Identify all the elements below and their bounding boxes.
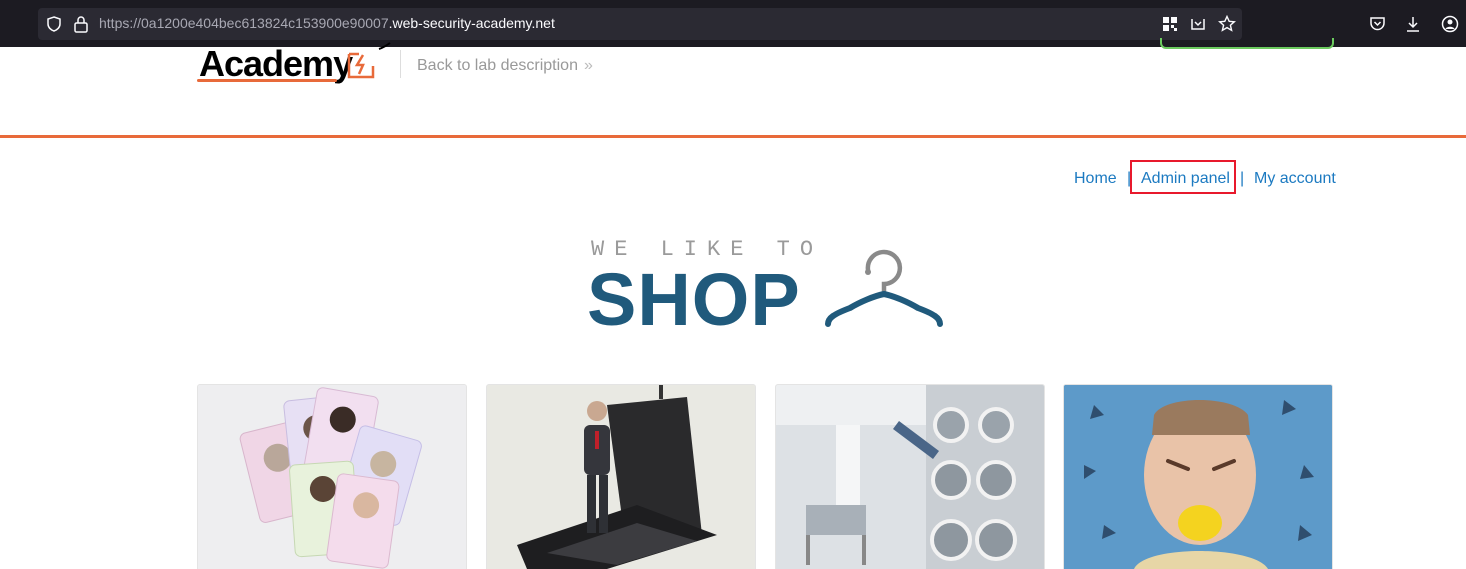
account-icon[interactable]: [1441, 15, 1459, 33]
shield-icon[interactable]: [46, 16, 62, 32]
lightning-logo-icon: [347, 52, 375, 79]
nav-separator: |: [1240, 170, 1245, 187]
url-text[interactable]: https://0a1200e404bec613824c153900e90007…: [99, 15, 555, 31]
download-icon[interactable]: [1405, 15, 1421, 33]
header-divider: [400, 50, 401, 78]
admin-panel-highlight: [1130, 160, 1236, 194]
pocket-icon[interactable]: [1369, 16, 1386, 32]
trading-cards-image: [198, 385, 466, 569]
lab-status-badge: [1160, 38, 1334, 49]
nav-home-link[interactable]: Home: [1074, 170, 1117, 188]
pocket-save-icon[interactable]: [1190, 15, 1206, 33]
lemon-face-image: [1064, 385, 1332, 569]
back-link-label: Back to lab description: [417, 57, 578, 74]
product-image[interactable]: [197, 384, 467, 569]
nav-my-account-link[interactable]: My account: [1254, 170, 1336, 188]
lock-icon[interactable]: [73, 15, 89, 33]
product-image[interactable]: [775, 384, 1045, 569]
bookmark-star-icon[interactable]: [1218, 15, 1236, 33]
banner-title: SHOP: [587, 258, 801, 341]
product-image[interactable]: [1063, 384, 1333, 569]
back-to-lab-link[interactable]: Back to lab description »: [417, 57, 593, 75]
double-chevron-icon: »: [583, 57, 593, 74]
logo-flourish-icon: [378, 42, 391, 50]
flip-phone-image: [487, 385, 755, 569]
qr-code-icon[interactable]: [1162, 16, 1178, 32]
logo-underline: [197, 79, 337, 82]
academy-logo[interactable]: Academy: [199, 44, 353, 84]
coat-hanger-icon: [825, 249, 943, 327]
product-image[interactable]: [486, 384, 756, 569]
laundromat-image: [776, 385, 1044, 569]
